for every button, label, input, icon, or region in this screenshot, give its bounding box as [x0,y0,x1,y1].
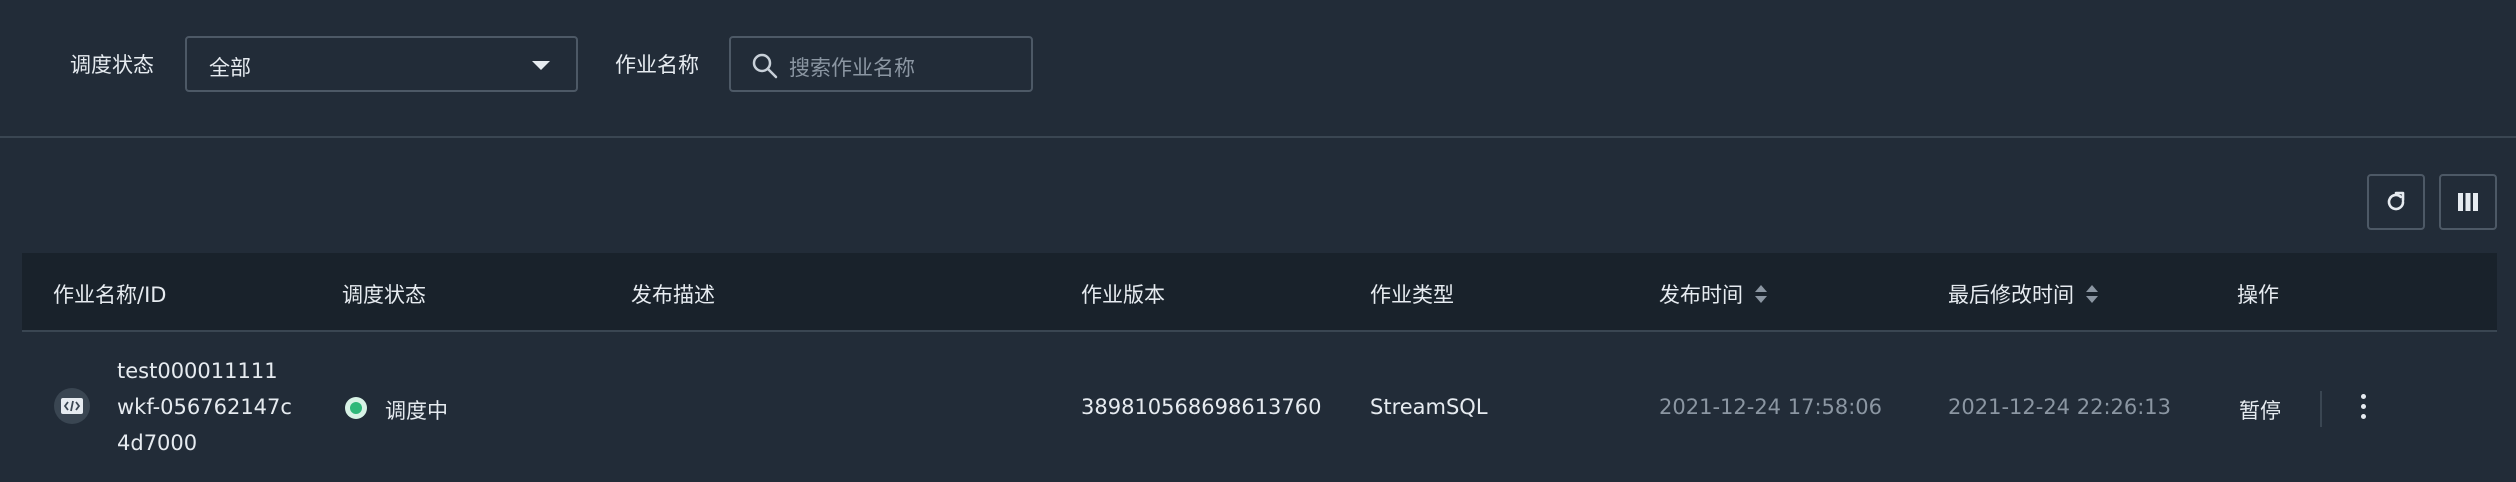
col-publish-time[interactable]: 发布时间 [1659,279,1767,309]
name-filter-label: 作业名称 [615,53,699,77]
col-publish-time-label: 发布时间 [1659,283,1743,307]
pause-button[interactable]: 暂停 [2239,395,2281,425]
refresh-button[interactable] [2367,174,2425,230]
search-placeholder: 搜索作业名称 [789,56,915,80]
col-description: 发布描述 [631,283,715,307]
col-name-id: 作业名称/ID [53,283,167,307]
job-type: StreamSQL [1370,395,1488,419]
col-modified-time-label: 最后修改时间 [1948,283,2074,307]
sort-icon[interactable] [1755,285,1767,303]
status-running-icon [345,397,367,419]
col-version: 作业版本 [1081,283,1165,307]
chevron-down-icon [532,61,550,70]
search-icon [752,53,778,79]
jobs-table: 作业名称/ID 调度状态 发布描述 作业版本 作业类型 发布时间 最后修改时间 … [22,253,2497,482]
job-name-id[interactable]: test000011111 wkf-056762147c 4d7000 [117,353,292,461]
more-actions-icon[interactable] [2360,394,2368,420]
search-input[interactable]: 搜索作业名称 [729,36,1033,92]
table-header: 作业名称/ID 调度状态 发布描述 作业版本 作业类型 发布时间 最后修改时间 … [22,253,2497,332]
job-id-part1: wkf-056762147c [117,395,292,419]
columns-icon [2458,193,2478,211]
job-name[interactable]: test000011111 [117,353,292,389]
status-filter-label: 调度状态 [70,53,154,77]
col-modified-time[interactable]: 最后修改时间 [1948,279,2098,309]
job-status: 调度中 [385,399,448,423]
status-select[interactable]: 全部 [185,36,578,92]
job-version: 389810568698613760 [1081,395,1322,419]
filter-bar: 调度状态 全部 作业名称 搜索作业名称 [0,0,2516,136]
code-icon [54,388,90,424]
table-row: test000011111 wkf-056762147c 4d7000 调度中 … [22,332,2497,482]
modified-time: 2021-12-24 22:26:13 [1948,395,2172,419]
col-actions: 操作 [2237,283,2279,307]
col-type: 作业类型 [1370,283,1454,307]
action-separator [2320,391,2322,427]
col-status: 调度状态 [342,283,426,307]
refresh-icon [2387,191,2405,211]
sort-icon[interactable] [2086,285,2098,303]
divider [0,136,2516,138]
job-id-part2: 4d7000 [117,431,198,455]
status-select-value: 全部 [209,56,251,80]
columns-button[interactable] [2439,174,2497,230]
publish-time: 2021-12-24 17:58:06 [1659,395,1883,419]
